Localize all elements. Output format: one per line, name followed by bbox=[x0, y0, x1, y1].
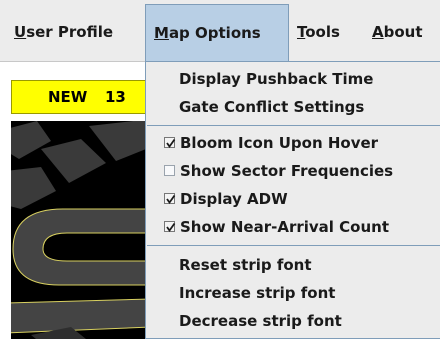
menu-item-gate-conflict-settings[interactable]: Gate Conflict Settings bbox=[146, 93, 440, 121]
menu-bar: User Profile Map Options Tools About bbox=[0, 0, 440, 62]
menu-item-label: Bloom Icon Upon Hover bbox=[180, 134, 379, 152]
checkbox-checked-icon[interactable] bbox=[164, 193, 176, 205]
menu-tools-label: ools bbox=[305, 23, 340, 41]
menu-item-show-sector-frequencies[interactable]: Show Sector Frequencies bbox=[146, 157, 440, 185]
menu-item-label: Increase strip font bbox=[179, 284, 336, 302]
menu-about-mnemonic: A bbox=[372, 23, 384, 41]
menu-item-label: Display Pushback Time bbox=[179, 70, 374, 88]
menu-tools[interactable]: Tools bbox=[297, 4, 340, 62]
menu-item-increase-strip-font[interactable]: Increase strip font bbox=[146, 279, 440, 307]
menu-map-options[interactable]: Map Options bbox=[145, 4, 289, 62]
map-options-dropdown: Display Pushback Time Gate Conflict Sett… bbox=[145, 61, 440, 339]
menu-item-label: Show Near-Arrival Count bbox=[180, 218, 389, 236]
menu-map-options-label: ap Options bbox=[168, 24, 261, 42]
menu-item-label: Reset strip font bbox=[179, 256, 312, 274]
menu-item-show-near-arrival-count[interactable]: Show Near-Arrival Count bbox=[146, 213, 440, 241]
checkbox-checked-icon[interactable] bbox=[164, 137, 176, 149]
airport-map[interactable] bbox=[11, 121, 151, 339]
checkbox-unchecked-icon[interactable] bbox=[164, 165, 175, 176]
menu-item-bloom-icon-upon-hover[interactable]: Bloom Icon Upon Hover bbox=[146, 129, 440, 157]
taxiway-bottom bbox=[11, 298, 151, 334]
new-strips-badge[interactable]: NEW 13 bbox=[11, 80, 149, 114]
menu-item-label: Display ADW bbox=[180, 190, 288, 208]
menu-user-profile[interactable]: User Profile bbox=[14, 4, 113, 62]
menu-item-label: Show Sector Frequencies bbox=[180, 162, 394, 180]
new-badge-label: NEW bbox=[48, 88, 88, 106]
menu-item-display-adw[interactable]: Display ADW bbox=[146, 185, 440, 213]
menu-item-display-pushback-time[interactable]: Display Pushback Time bbox=[146, 65, 440, 93]
menu-map-options-mnemonic: M bbox=[154, 24, 169, 42]
menu-item-label: Gate Conflict Settings bbox=[179, 98, 365, 116]
menu-tools-mnemonic: T bbox=[297, 23, 306, 41]
menu-about-label: bout bbox=[383, 23, 423, 41]
new-badge-count: 13 bbox=[105, 88, 126, 106]
menu-user-profile-mnemonic: U bbox=[14, 23, 27, 41]
menu-user-profile-label: ser Profile bbox=[26, 23, 114, 41]
menu-about[interactable]: About bbox=[372, 4, 423, 62]
menu-item-label: Decrease strip font bbox=[179, 312, 342, 330]
menu-separator bbox=[147, 245, 440, 246]
airport-map-drawing bbox=[11, 121, 151, 339]
menu-separator bbox=[147, 125, 440, 126]
menu-item-reset-strip-font[interactable]: Reset strip font bbox=[146, 251, 440, 279]
checkbox-checked-icon[interactable] bbox=[164, 221, 176, 233]
menu-item-decrease-strip-font[interactable]: Decrease strip font bbox=[146, 307, 440, 335]
